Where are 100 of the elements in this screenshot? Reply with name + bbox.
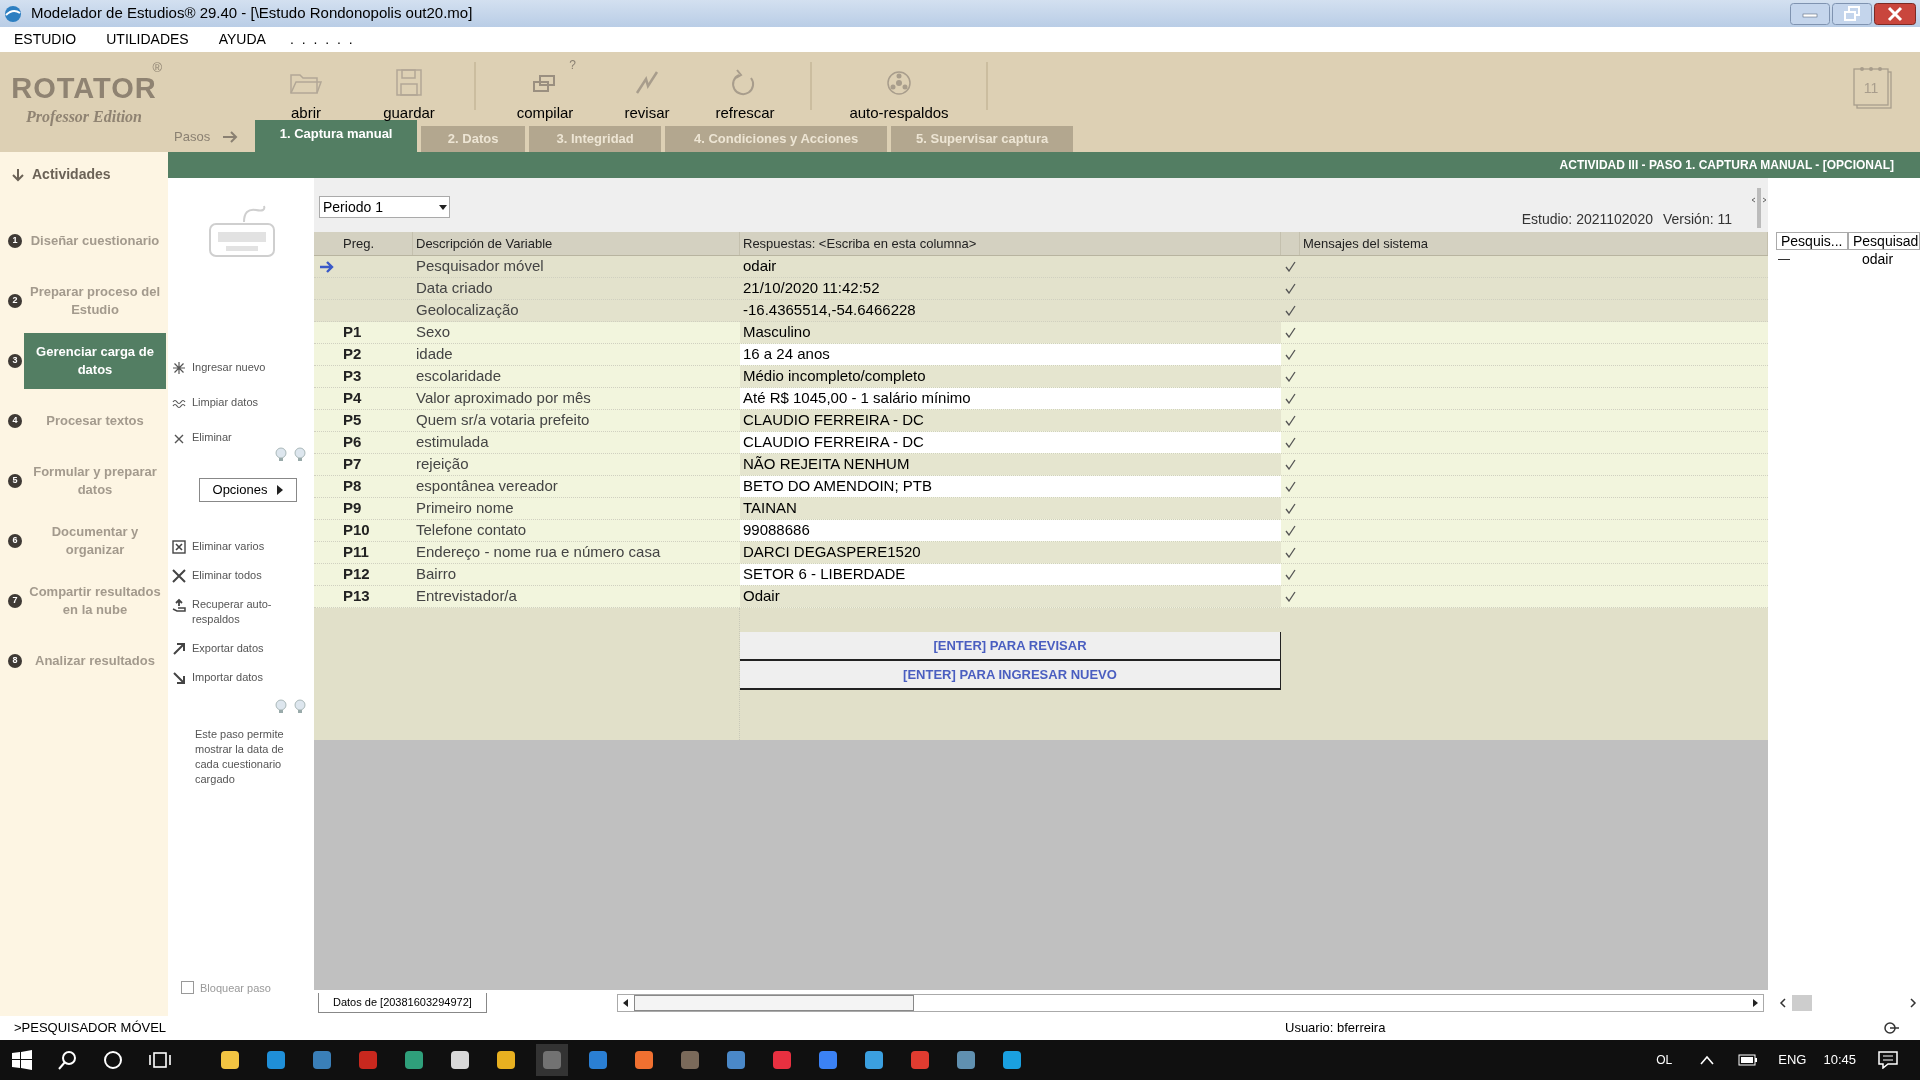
lightbulb-icon [275, 699, 287, 713]
answer-cell[interactable]: BETO DO AMENDOIN; PTB [740, 476, 1281, 497]
checkbox-label: Bloquear paso [200, 980, 271, 996]
question-code: P11 [343, 542, 369, 563]
app-logo-icon [3, 3, 23, 24]
action-link[interactable]: Eliminar todos [192, 568, 292, 583]
arrow-down-right-icon [172, 671, 186, 685]
question-code: P7 [343, 454, 362, 475]
variable-description: Bairro [415, 564, 457, 585]
toolbar-button[interactable]: refrescar [692, 56, 798, 120]
step-number: 7 [8, 594, 22, 608]
action-link[interactable]: Limpiar datos [192, 395, 292, 410]
menu-item[interactable]: AYUDA [218, 29, 266, 50]
variable-description: Geolocalização [415, 300, 520, 321]
variable-description: escolaridade [415, 366, 503, 387]
windows-logo-icon[interactable] [12, 1050, 32, 1070]
action-link[interactable]: Exportar datos [192, 641, 292, 656]
logo-subtitle: Professor Edition [26, 107, 142, 128]
toolbar-button[interactable]: revisar [602, 56, 692, 120]
menu-item[interactable]: UTILIDADES [106, 29, 189, 50]
menu-dots: . . . . . . [289, 30, 355, 49]
answer-cell[interactable]: TAINAN [740, 498, 1281, 519]
action-button[interactable]: [ENTER] PARA REVISAR [740, 632, 1281, 661]
right-arrow-icon [222, 131, 239, 143]
period-dropdown[interactable]: Periodo 1 [319, 196, 450, 218]
answer-cell[interactable]: Até R$ 1045,00 - 1 salário mínimo [740, 388, 1281, 409]
options-button[interactable]: Opciones [199, 478, 297, 502]
answer-cell[interactable]: CLAUDIO FERREIRA - DC [740, 432, 1281, 453]
grid-cell-text: odair [1862, 249, 1894, 269]
check-icon [1285, 569, 1296, 580]
step-number: 3 [8, 354, 22, 368]
steps-label: Pasos [174, 127, 211, 146]
check-icon [1285, 327, 1296, 338]
answer-cell[interactable]: Médio incompleto/completo [740, 366, 1281, 387]
horizontal-scrollbar[interactable] [616, 994, 1764, 1012]
question-code: P13 [343, 586, 370, 607]
status-text: >PESQUISADOR MÓVEL [14, 1019, 167, 1038]
check-icon [1285, 591, 1296, 602]
answer-cell[interactable]: NÃO REJEITA NENHUM [740, 454, 1281, 475]
answer-cell[interactable]: CLAUDIO FERREIRA - DC [740, 410, 1281, 431]
question-code: P1 [343, 322, 362, 343]
keyboard-icon [208, 204, 276, 260]
action-link[interactable]: Ingresar nuevo [192, 360, 292, 375]
notification-icon[interactable] [1878, 1051, 1898, 1069]
answer-cell[interactable]: Masculino [740, 322, 1281, 343]
scrollbar-thumb[interactable] [1792, 995, 1812, 1011]
chevron-up-icon[interactable] [1700, 1055, 1715, 1065]
clock[interactable]: 10:45 [1823, 1050, 1856, 1070]
task-view-icon[interactable] [149, 1050, 171, 1070]
study-id: Estudio: 2021102020 [1521, 210, 1653, 229]
status-user: Usuario: bferreira [1285, 1019, 1386, 1038]
variable-description: rejeição [415, 454, 470, 475]
variable-description: estimulada [415, 432, 490, 453]
variable-description: Primeiro nome [415, 498, 515, 519]
column-header: Pesquisad [1848, 232, 1920, 250]
action-link[interactable]: Importar datos [192, 670, 292, 685]
question-code: P5 [343, 410, 362, 431]
action-link[interactable]: Eliminar varios [192, 539, 292, 554]
delete-box-icon [172, 540, 186, 554]
toolbar-button[interactable]: compilar ? [488, 56, 602, 120]
action-link[interactable]: Eliminar [192, 430, 292, 445]
question-code: P3 [343, 366, 362, 387]
close-icon[interactable] [1874, 2, 1916, 25]
check-icon [1285, 371, 1296, 382]
answer-cell[interactable]: 99088686 [740, 520, 1281, 541]
answer-cell[interactable]: 16 a 24 anos [740, 344, 1281, 365]
answer-cell[interactable]: SETOR 6 - LIBERDADE [740, 564, 1281, 585]
step-number: 4 [8, 414, 22, 428]
circle-icon[interactable] [103, 1050, 123, 1070]
battery-icon[interactable] [1738, 1054, 1759, 1066]
language-indicator[interactable]: ENG [1778, 1050, 1807, 1070]
action-link[interactable]: Recuperar auto-respaldos [192, 597, 292, 627]
column-header: Descripción de Variable [413, 232, 740, 255]
question-code: P6 [343, 432, 362, 453]
step-number: 6 [8, 534, 22, 548]
sheet-tab[interactable]: Datos de [20381603294972] [318, 993, 487, 1013]
check-icon [1285, 393, 1296, 404]
toolbar-button[interactable]: auto-respaldos [824, 56, 974, 120]
menu-item[interactable]: ESTUDIO [14, 29, 77, 50]
lightbulb-icon [294, 699, 306, 713]
step-number: 1 [8, 234, 22, 248]
scrollbar-thumb[interactable] [633, 995, 914, 1011]
check-icon [1285, 525, 1296, 536]
step-tab[interactable]: 1. Captura manual [255, 120, 418, 152]
lightbulb-icon [275, 447, 287, 461]
variable-description: Pesquisador móvel [415, 256, 545, 277]
activity-item[interactable]: Gerenciar carga de datos [24, 333, 166, 389]
lock-checkbox[interactable] [181, 981, 194, 995]
variable-description: espontânea vereador [415, 476, 559, 497]
variable-description: Entrevistador/a [415, 586, 518, 607]
toolbar-button[interactable]: guardar [356, 56, 462, 120]
answer-cell[interactable]: DARCI DEGASPERE1520 [740, 542, 1281, 563]
search-icon[interactable] [58, 1050, 78, 1070]
action-button[interactable]: [ENTER] PARA INGRESAR NUEVO [740, 661, 1281, 690]
sync-icon [1882, 1021, 1900, 1035]
close-icon [172, 569, 186, 583]
window-title: Modelador de Estudios® 29.40 - [\Estudo Rondonopolis out20.mo] [31, 3, 473, 24]
toolbar-button[interactable]: abrir [256, 56, 356, 120]
answer-cell[interactable]: Odair [740, 586, 1281, 607]
down-arrow-icon [12, 167, 24, 182]
